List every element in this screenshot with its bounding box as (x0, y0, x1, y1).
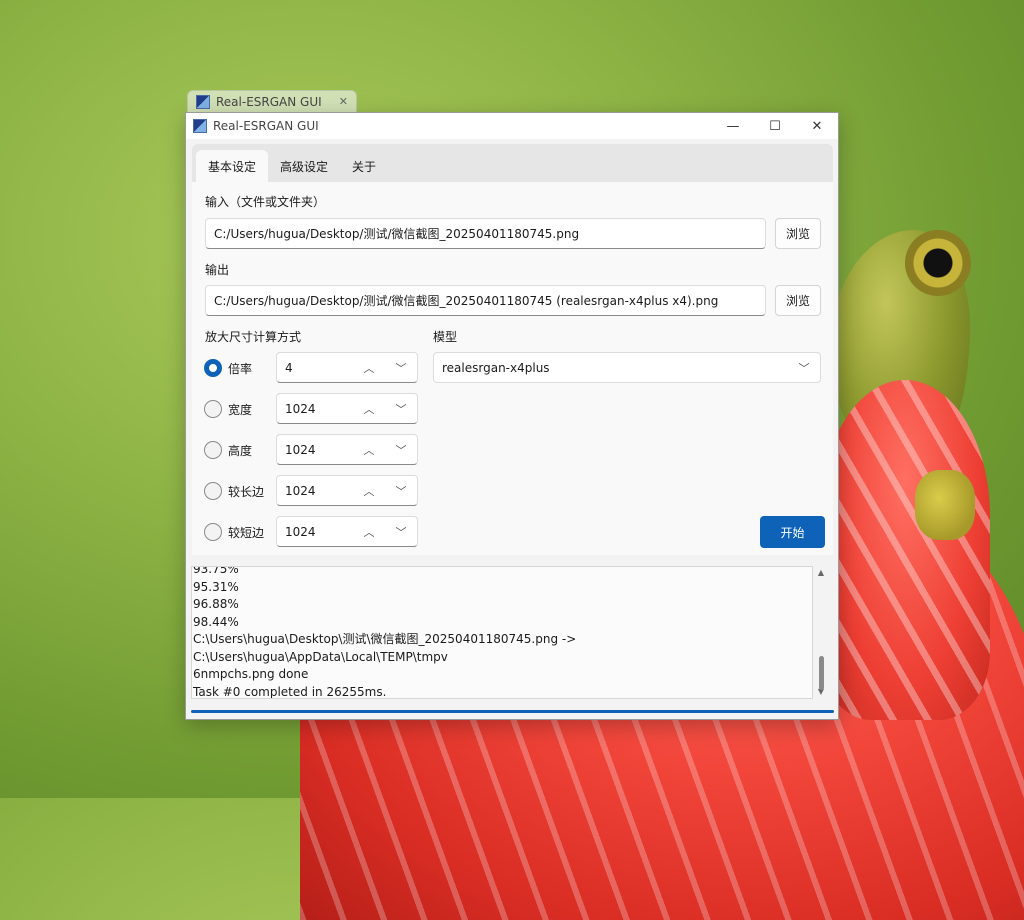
app-icon (196, 94, 210, 109)
chevron-up-icon[interactable]: ︿ (353, 476, 385, 505)
chevron-down-icon: ﹀ (798, 361, 810, 375)
model-dropdown[interactable]: realesrgan-x4plus ﹀ (433, 352, 821, 383)
log-line: C:\Users\hugua\Desktop\测试\微信截图_202504011… (193, 632, 577, 664)
radio-width[interactable] (204, 400, 222, 418)
radio-ratio-label: 倍率 (228, 362, 253, 376)
radio-ratio[interactable] (204, 359, 222, 377)
close-button[interactable]: ✕ (796, 113, 838, 139)
log-line: 95.31% (193, 579, 239, 594)
model-selected: realesrgan-x4plus (442, 360, 550, 375)
scale-mode-label: 放大尺寸计算方式 (205, 330, 302, 344)
input-browse-button[interactable]: 浏览 (775, 218, 821, 249)
minimize-button[interactable]: — (712, 113, 754, 139)
tab-basic-settings[interactable]: 基本设定 (196, 150, 269, 182)
basic-settings-panel: 输入（文件或文件夹） C:/Users/hugua/Desktop/测试/微信截… (192, 182, 833, 555)
chevron-up-icon[interactable]: ︿ (353, 394, 385, 423)
minimize-icon: — (726, 118, 740, 134)
width-value: 1024 (285, 401, 316, 416)
chevron-up-icon[interactable]: ︿ (353, 353, 385, 382)
radio-longer-side[interactable] (204, 482, 222, 500)
radio-height-label: 高度 (228, 444, 253, 458)
ratio-value: 4 (285, 360, 293, 375)
log-line: 6nmpchs.png done (193, 667, 309, 681)
shorter-side-value: 1024 (285, 524, 316, 539)
radio-longer-side-label: 较长边 (228, 485, 265, 499)
tab-bar: 基本设定 高级设定 关于 (192, 144, 833, 182)
output-browse-button[interactable]: 浏览 (775, 285, 821, 316)
maximize-icon: ☐ (769, 118, 781, 134)
chevron-down-icon[interactable]: ﹀ (385, 394, 417, 423)
width-spinbox[interactable]: 1024 ︿ ﹀ (276, 393, 418, 424)
log-line: 96.88% (193, 597, 239, 611)
background-window-title: Real-ESRGAN GUI (216, 94, 322, 109)
close-icon: ✕ (811, 118, 823, 134)
main-window: Real-ESRGAN GUI — ☐ ✕ 基本设定 高级设定 关于 输入（文件… (185, 112, 839, 720)
progress-bar (191, 710, 834, 713)
wallpaper-flower-top (820, 380, 990, 720)
chevron-up-icon[interactable]: ︿ (353, 517, 385, 546)
chevron-down-icon[interactable]: ﹀ (385, 435, 417, 464)
radio-width-label: 宽度 (228, 403, 253, 417)
background-window-tab[interactable]: Real-ESRGAN GUI ✕ (187, 90, 357, 112)
scroll-thumb[interactable] (818, 656, 824, 690)
input-path-field[interactable]: C:/Users/hugua/Desktop/测试/微信截图_202504011… (205, 218, 766, 249)
radio-shorter-side[interactable] (204, 523, 222, 541)
maximize-button[interactable]: ☐ (754, 113, 796, 139)
radio-height[interactable] (204, 441, 222, 459)
ratio-spinbox[interactable]: 4 ︿ ﹀ (276, 352, 418, 383)
window-title: Real-ESRGAN GUI (213, 119, 319, 133)
shorter-side-spinbox[interactable]: 1024 ︿ ﹀ (276, 516, 418, 547)
tab-about[interactable]: 关于 (340, 150, 388, 182)
longer-side-value: 1024 (285, 483, 316, 498)
log-line: Task #0 completed in 26255ms. (193, 684, 387, 699)
scroll-up-icon[interactable]: ▲ (818, 566, 824, 580)
wallpaper-frog-eye (905, 230, 971, 296)
tab-advanced-settings[interactable]: 高级设定 (268, 150, 340, 182)
title-bar[interactable]: Real-ESRGAN GUI — ☐ ✕ (186, 113, 838, 139)
progress-fill (191, 710, 834, 713)
chevron-up-icon[interactable]: ︿ (353, 435, 385, 464)
chevron-down-icon[interactable]: ﹀ (385, 353, 417, 382)
start-button[interactable]: 开始 (760, 516, 825, 548)
model-label: 模型 (433, 330, 458, 344)
chevron-down-icon[interactable]: ﹀ (385, 517, 417, 546)
radio-shorter-side-label: 较短边 (228, 526, 265, 540)
output-label: 输出 (205, 263, 230, 277)
wallpaper-frog-foot (915, 470, 975, 540)
output-path-field[interactable]: C:/Users/hugua/Desktop/测试/微信截图_202504011… (205, 285, 766, 316)
longer-side-spinbox[interactable]: 1024 ︿ ﹀ (276, 475, 418, 506)
app-icon (193, 119, 207, 133)
log-output[interactable]: 93.75% 95.31% 96.88% 98.44% C:\Users\hugua\D… (191, 566, 813, 699)
log-line: 98.44% (193, 614, 239, 629)
chevron-down-icon[interactable]: ﹀ (385, 476, 417, 505)
height-spinbox[interactable]: 1024 ︿ ﹀ (276, 434, 418, 465)
close-icon[interactable]: ✕ (339, 95, 348, 108)
input-label: 输入（文件或文件夹） (205, 195, 326, 209)
log-line: 93.75% (193, 566, 239, 576)
height-value: 1024 (285, 442, 316, 457)
log-scrollbar[interactable]: ▲ ▼ (815, 566, 827, 699)
